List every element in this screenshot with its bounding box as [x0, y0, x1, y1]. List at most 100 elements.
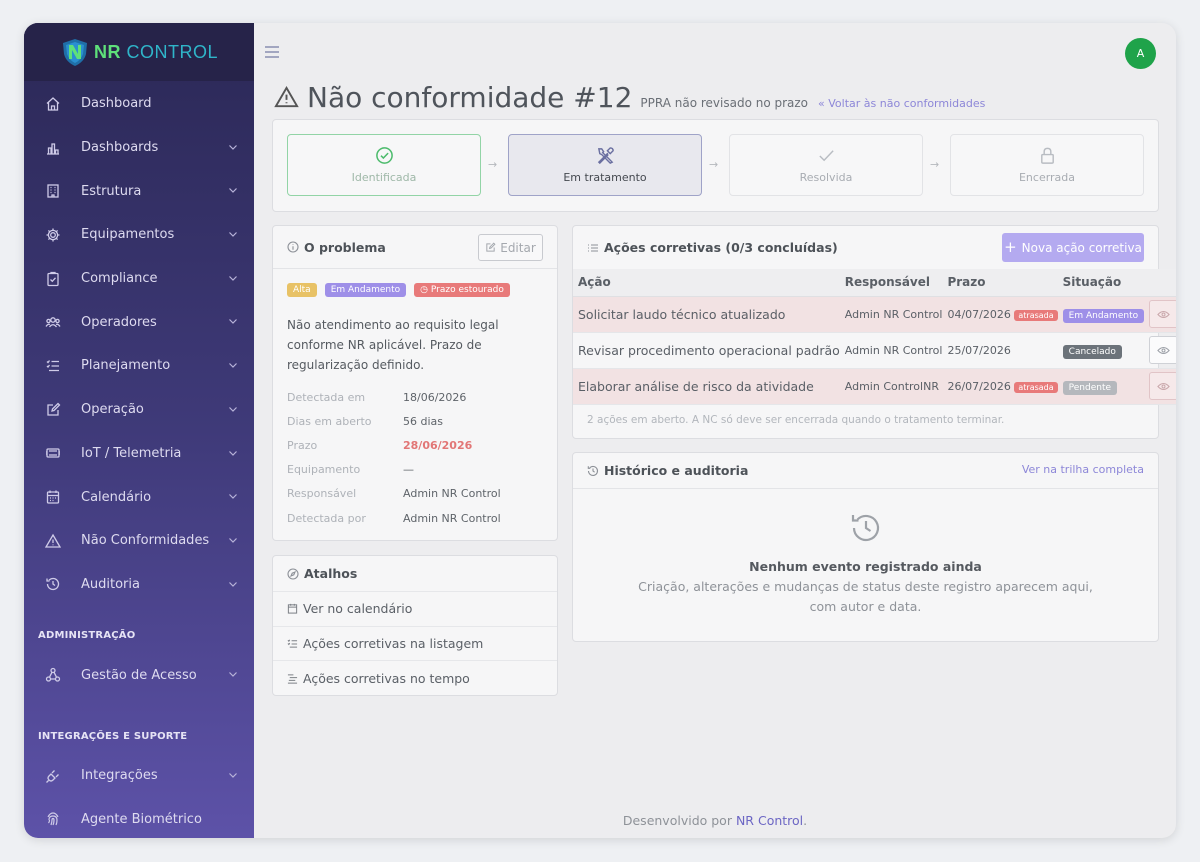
chevron-down-icon	[229, 144, 237, 150]
cell-owner: Admin NR Control	[839, 332, 943, 369]
fingerprint-icon	[44, 811, 61, 828]
step-arrow: →	[709, 158, 719, 171]
field-key: Equipamento	[287, 463, 361, 477]
sidebar-item-dashboards[interactable]: Dashboards	[24, 126, 254, 170]
shortcut-calendar[interactable]: Ver no calendário	[273, 591, 557, 626]
list-icon	[587, 242, 599, 254]
brand[interactable]: NR CONTROL	[24, 23, 254, 81]
cell-view	[1144, 332, 1176, 369]
problem-description: Não atendimento ao requisito legal confo…	[287, 318, 499, 372]
history-icon	[44, 576, 61, 593]
status-badge: Em Andamento	[324, 283, 407, 297]
actions-note: 2 ações em aberto. A NC só deve ser ence…	[587, 413, 1005, 426]
field-value: Admin NR Control	[403, 487, 501, 501]
cell-deadline: 25/07/2026	[942, 332, 1058, 369]
shortcut-actions-list[interactable]: Ações corretivas na listagem	[273, 625, 557, 661]
chevron-down-icon	[229, 232, 237, 237]
sidebar-item-iot[interactable]: IoT / Telemetria	[24, 432, 254, 476]
field-row: Equipamento —	[287, 458, 543, 482]
section-label-integracoes: INTEGRAÇÕES E SUPORTE	[38, 730, 188, 742]
sidebar-item-operacao[interactable]: Operação	[24, 388, 254, 432]
sidebar-item-integracoes[interactable]: Integrações	[24, 754, 254, 798]
empty-description-line: Criação, alterações e mudanças de status…	[638, 579, 1093, 594]
step-label: Encerrada	[1018, 171, 1076, 184]
field-row: Prazo 28/06/2026	[287, 433, 543, 457]
warning-icon	[274, 85, 299, 108]
sidebar-item-estrutura[interactable]: Estrutura	[24, 169, 254, 213]
clipboard-check-icon	[44, 270, 61, 287]
sidebar-item-compliance[interactable]: Compliance	[24, 257, 254, 301]
home-icon	[44, 95, 61, 112]
chevron-down-icon	[229, 406, 237, 412]
list-check-icon	[287, 638, 298, 649]
field-row: Detectada por Admin NR Control	[287, 506, 543, 530]
menu-icon[interactable]	[264, 45, 280, 59]
page-title: Não conformidade #12	[307, 81, 633, 114]
view-button[interactable]	[1149, 300, 1176, 328]
cell-action: Revisar procedimento operacional padrão	[573, 332, 840, 369]
sidebar-item-label: Dashboards	[81, 140, 159, 156]
field-value: —	[403, 463, 414, 477]
section-label-admin: ADMINISTRAÇÃO	[38, 630, 136, 642]
footer-brand-link[interactable]: NR Control	[736, 813, 803, 828]
history-card: Histórico e auditoria Ver na trilha comp…	[572, 452, 1159, 642]
full-trail-link[interactable]: Ver na trilha completa	[1022, 463, 1144, 476]
cell-status: Cancelado	[1057, 332, 1145, 369]
field-value: 28/06/2026	[403, 438, 473, 452]
new-action-button[interactable]: + Nova ação corretiva	[1002, 233, 1144, 262]
status-badge: Em Andamento	[1062, 308, 1145, 323]
edit-icon	[486, 242, 496, 252]
sidebar-item-label: Equipamentos	[81, 227, 175, 243]
table-row[interactable]: Solicitar laudo técnico atualizado Admin…	[573, 296, 1176, 333]
avatar[interactable]: A	[1125, 38, 1156, 69]
clock-icon: ◷	[420, 285, 429, 295]
column-header-prazo[interactable]: Prazo	[942, 269, 1058, 297]
sidebar-item-label: Não Conformidades	[81, 533, 210, 549]
topbar: A	[254, 23, 1176, 81]
sidebar-item-gestao-acesso[interactable]: Gestão de Acesso	[24, 653, 254, 697]
column-header-responsavel[interactable]: Responsável	[839, 269, 943, 297]
sidebar-item-planejamento[interactable]: Planejamento	[24, 344, 254, 388]
sidebar-item-dashboard[interactable]: Dashboard	[24, 82, 254, 126]
step-arrow: →	[488, 158, 498, 171]
column-header-acao[interactable]: Ação	[573, 269, 840, 297]
view-button[interactable]	[1149, 372, 1176, 400]
sidebar-item-label: Agente Biométrico	[81, 811, 202, 827]
field-key: Dias em aberto	[287, 414, 372, 428]
sidebar-item-equipamentos[interactable]: Equipamentos	[24, 213, 254, 257]
step-label: Resolvida	[799, 171, 853, 184]
sidebar-item-operadores[interactable]: Operadores	[24, 300, 254, 344]
app-window: NR CONTROL Dashboard Dashboards Estrutur…	[24, 23, 1176, 838]
field-value: 56 dias	[403, 414, 444, 428]
sidebar-item-agente-biometrico[interactable]: Agente Biométrico	[24, 798, 254, 838]
sidebar-item-label: Calendário	[81, 489, 152, 505]
sidebar-item-nao-conformidades[interactable]: Não Conformidades	[24, 519, 254, 563]
shortcut-actions-timeline[interactable]: Ações corretivas no tempo	[273, 660, 557, 695]
brand-name-b: CONTROL	[126, 41, 219, 62]
actions-table: Ação Responsável Prazo Situação Solicita…	[573, 269, 1176, 405]
back-link[interactable]: « Voltar às não conformidades	[818, 97, 985, 110]
new-action-label: Nova ação corretiva	[1021, 240, 1142, 255]
status-badge: Pendente	[1062, 380, 1118, 395]
timeline-icon	[287, 673, 298, 684]
table-row[interactable]: Revisar procedimento operacional padrão …	[573, 332, 1176, 369]
column-header-situacao[interactable]: Situação	[1057, 269, 1145, 297]
deadline-value: 26/07/2026	[947, 379, 1011, 393]
actions-card-header: Ações corretivas (0/3 concluídas) + Nova…	[573, 226, 1158, 269]
view-button[interactable]	[1149, 336, 1176, 364]
field-key: Prazo	[287, 438, 318, 452]
step-em-tratamento: Em tratamento	[508, 134, 702, 196]
warning-icon	[44, 532, 61, 549]
problem-card-header: O problema Editar	[273, 226, 557, 269]
shortcut-label: Ver no calendário	[303, 601, 413, 617]
sidebar-item-label: IoT / Telemetria	[81, 445, 182, 461]
sidebar-item-auditoria[interactable]: Auditoria	[24, 563, 254, 607]
field-value: Admin NR Control	[403, 511, 501, 525]
step-encerrada: Encerrada	[950, 134, 1144, 196]
table-row[interactable]: Elaborar análise de risco da atividade A…	[573, 368, 1176, 405]
edit-button[interactable]: Editar	[478, 234, 543, 261]
sidebar-nav: Dashboard Dashboards Estrutura Equipamen…	[24, 82, 254, 606]
lock-icon	[1040, 147, 1054, 164]
step-arrow: →	[930, 158, 940, 171]
sidebar-item-calendario[interactable]: Calendário	[24, 475, 254, 519]
